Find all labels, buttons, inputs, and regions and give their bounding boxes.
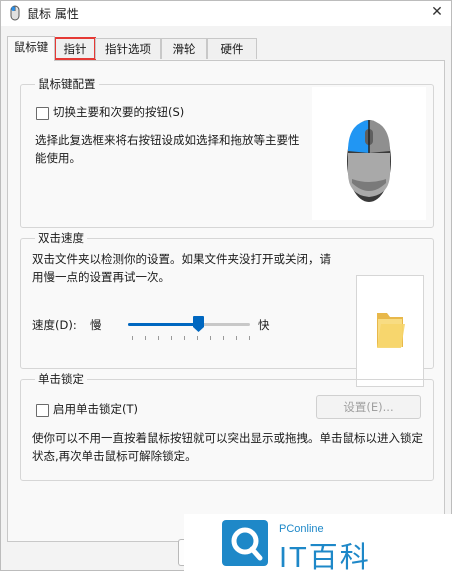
tab-wheel[interactable]: 滑轮 xyxy=(161,38,207,59)
click-lock-title: 单击锁定 xyxy=(35,371,87,387)
mouse-app-icon xyxy=(10,5,20,21)
close-button[interactable]: ✕ xyxy=(423,1,451,26)
slider-tick xyxy=(145,336,146,340)
slider-tick xyxy=(223,336,224,340)
switch-buttons-checkbox[interactable] xyxy=(36,107,49,120)
tab-page-buttons: 鼠标键配置 切换主要和次要的按钮(S) 选择此复选框来将右按钮设成如选择和拖放等… xyxy=(7,60,445,542)
speed-label: 速度(D): xyxy=(32,318,77,332)
slider-tick xyxy=(210,336,211,340)
test-folder-panel[interactable] xyxy=(356,275,424,387)
slider-tick xyxy=(171,336,172,340)
tab-buttons[interactable]: 鼠标键 xyxy=(7,36,55,61)
slider-tick xyxy=(236,336,237,340)
double-click-description: 双击文件夹以检测你的设置。如果文件夹没打开或关闭，请用慢一点的设置再试一次。 xyxy=(32,252,331,284)
slider-tick xyxy=(184,336,185,340)
tab-strip: 鼠标键 指针 指针选项 滑轮 硬件 xyxy=(7,36,445,61)
click-lock-label[interactable]: 启用单击锁定(T) xyxy=(53,401,138,417)
mouse-properties-window: 鼠标 属性 ✕ 鼠标键 指针 指针选项 滑轮 硬件 鼠标键配置 切换主要和次要的… xyxy=(0,0,452,571)
pconline-logo-icon xyxy=(222,520,268,566)
click-lock-checkbox[interactable] xyxy=(36,404,49,417)
slider-tick xyxy=(132,336,133,340)
title-bar: 鼠标 属性 ✕ xyxy=(1,1,451,26)
switch-buttons-label[interactable]: 切换主要和次要的按钮(S) xyxy=(53,104,184,120)
tab-pointer-options[interactable]: 指针选项 xyxy=(95,38,161,59)
window-title: 鼠标 属性 xyxy=(27,7,79,21)
fast-label: 快 xyxy=(258,318,270,332)
click-lock-settings-button[interactable]: 设置(E)... xyxy=(316,395,421,419)
button-config-description: 选择此复选框来将右按钮设成如选择和拖放等主要性能使用。 xyxy=(35,133,300,165)
button-config-title: 鼠标键配置 xyxy=(35,76,99,92)
tab-pointers[interactable]: 指针 xyxy=(54,37,96,60)
mouse-icon xyxy=(347,120,391,202)
close-icon: ✕ xyxy=(431,4,443,20)
click-lock-description: 使你可以不用一直按着鼠标按钮就可以突出显示或拖拽。单击鼠标以进入锁定状态,再次单… xyxy=(32,431,423,463)
speed-slider-thumb[interactable] xyxy=(193,316,205,332)
slow-label: 慢 xyxy=(90,318,102,332)
slider-tick xyxy=(197,336,198,340)
brand-large-text: IT百科 xyxy=(279,542,371,574)
speed-slider-fill xyxy=(128,323,199,326)
pconline-watermark: PConline IT百科 xyxy=(184,514,452,574)
speed-slider-track[interactable] xyxy=(128,323,250,326)
slider-tick xyxy=(249,336,250,340)
mouse-preview-panel xyxy=(312,87,426,220)
folder-icon xyxy=(377,313,405,348)
tab-hardware[interactable]: 硬件 xyxy=(207,38,257,59)
slider-tick xyxy=(158,336,159,340)
double-click-title: 双击速度 xyxy=(35,230,87,246)
